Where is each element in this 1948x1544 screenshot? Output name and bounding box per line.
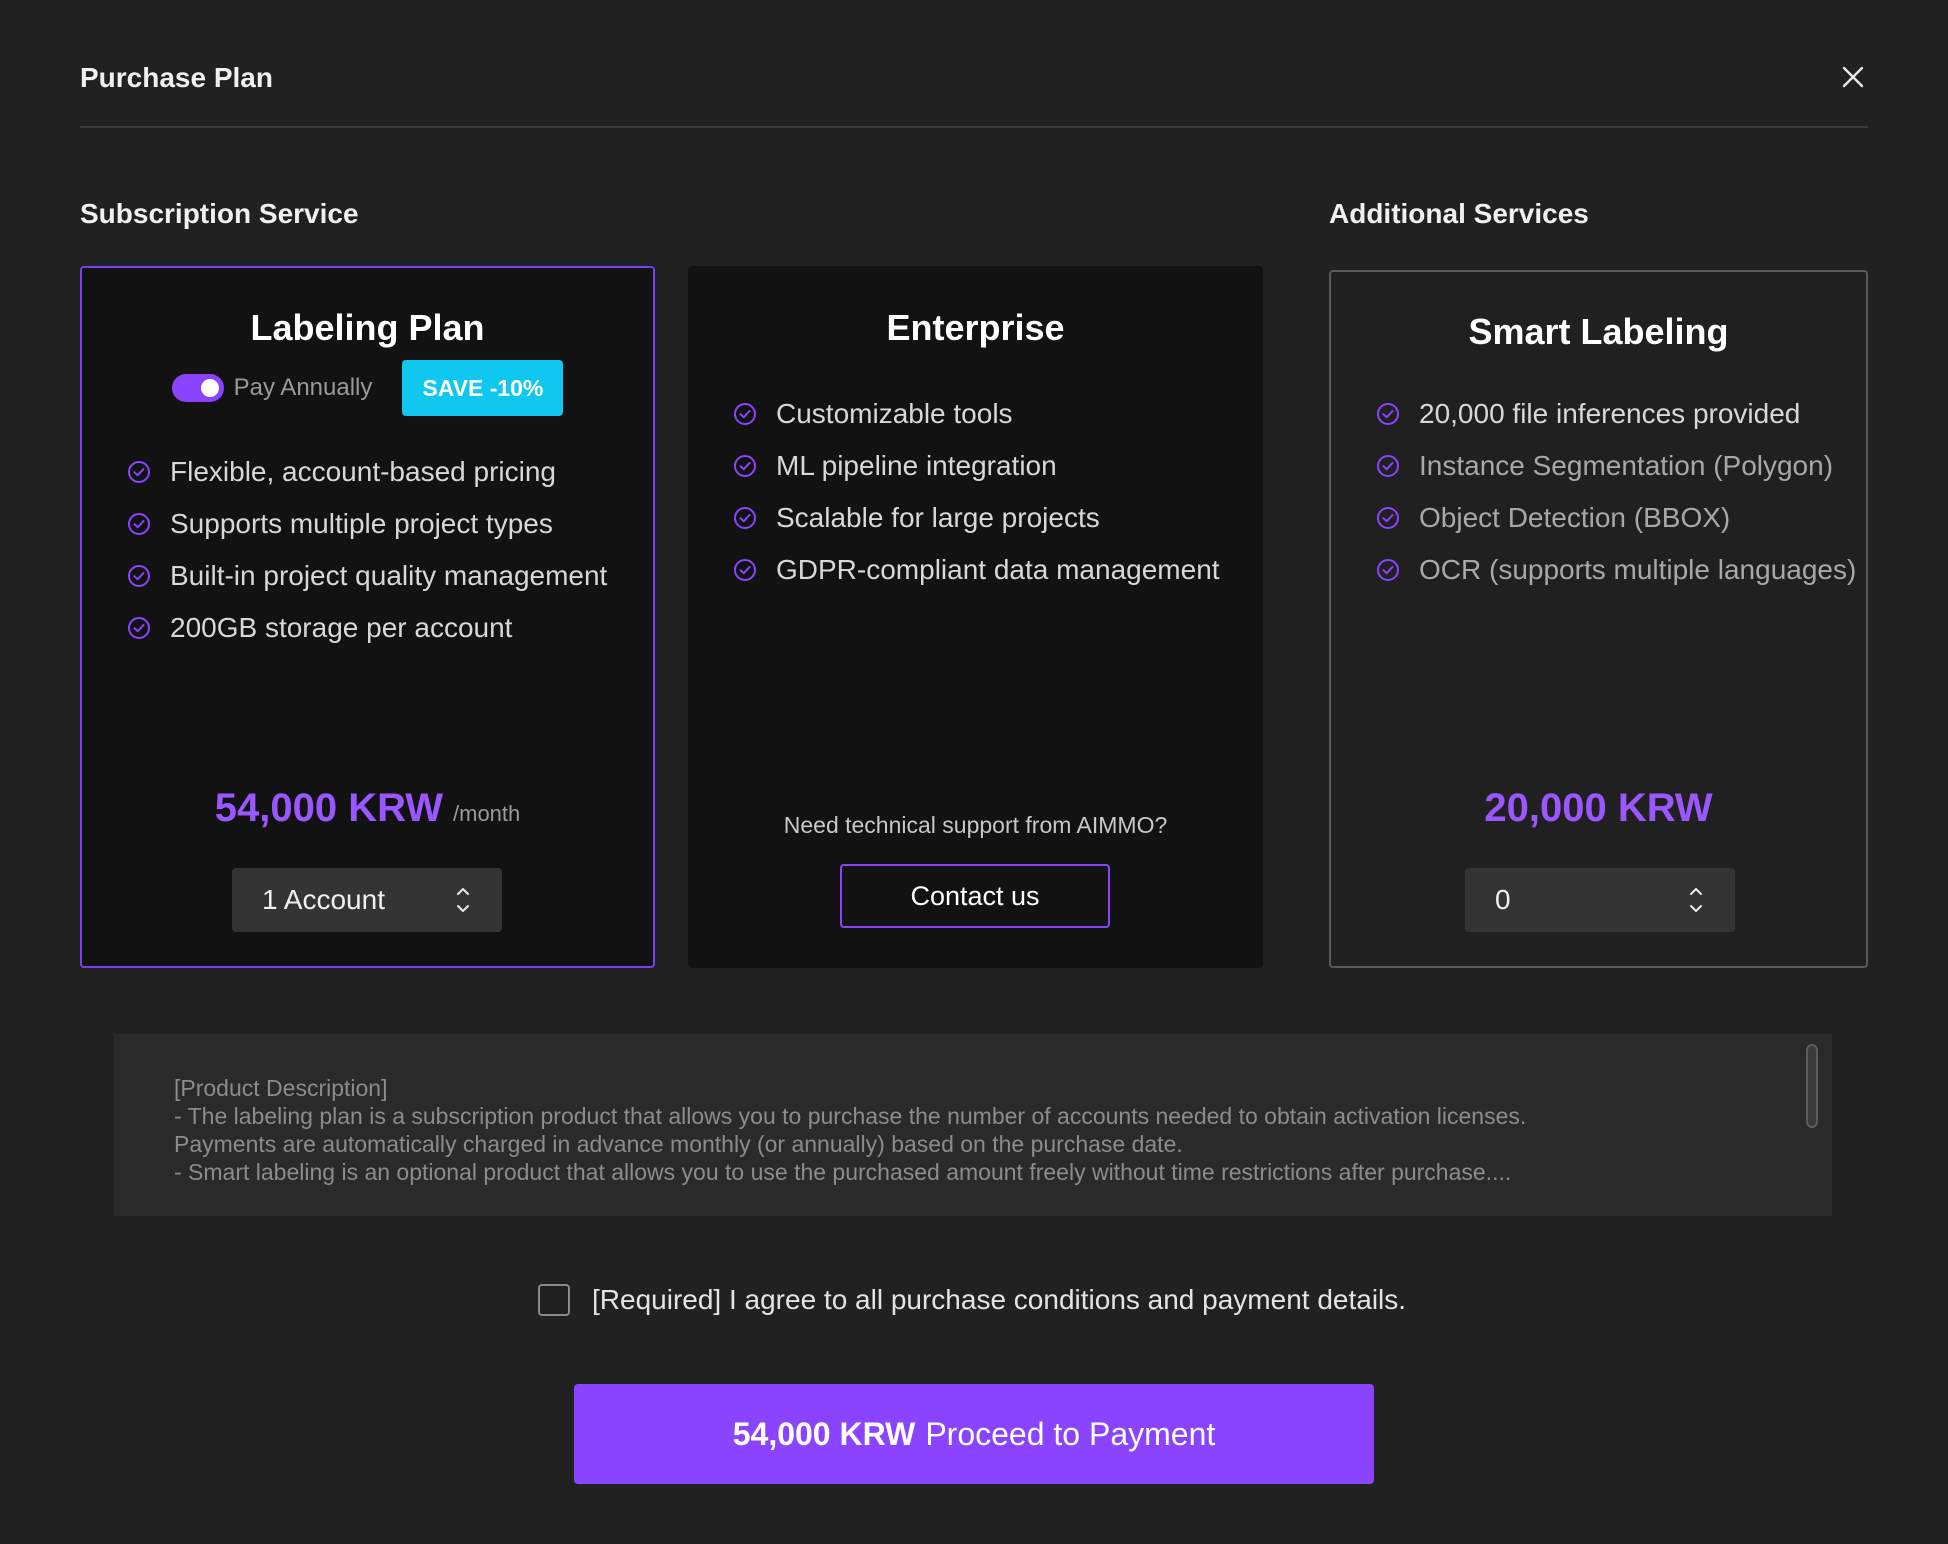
enterprise-title: Enterprise xyxy=(886,307,1065,348)
chevron-up-down-icon[interactable] xyxy=(454,883,472,917)
agreement-text: [Required] I agree to all purchase condi… xyxy=(592,1284,1407,1315)
description-line: - Smart labeling is an optional product … xyxy=(174,1159,1512,1185)
list-item: Instance Segmentation (Polygon) xyxy=(1375,440,1856,492)
check-circle-icon xyxy=(128,461,150,483)
check-circle-icon xyxy=(734,455,756,477)
billing-toggle-row: Pay Annually SAVE -10% xyxy=(82,360,653,416)
agreement-row: [Required] I agree to all purchase condi… xyxy=(538,1282,1406,1318)
check-circle-icon xyxy=(1377,455,1399,477)
check-circle-icon xyxy=(1377,559,1399,581)
smart-labeling-card[interactable]: Smart Labeling 20,000 file inferences pr… xyxy=(1329,270,1868,968)
smart-labeling-price: 20,000 KRW xyxy=(1484,786,1713,830)
account-quantity-stepper[interactable]: 1 Account xyxy=(232,868,502,932)
check-circle-icon xyxy=(734,559,756,581)
description-scrollbar[interactable] xyxy=(1806,1044,1818,1128)
subscription-section-title: Subscription Service xyxy=(80,198,359,229)
list-item: 20,000 file inferences provided xyxy=(1375,388,1856,440)
feature-text: Built-in project quality management xyxy=(170,560,608,591)
check-circle-icon xyxy=(1377,507,1399,529)
chevron-up-down-icon[interactable] xyxy=(1687,883,1705,917)
feature-text: OCR (supports multiple languages) xyxy=(1419,554,1857,585)
labeling-plan-card[interactable]: Labeling Plan Pay Annually SAVE -10% Fle… xyxy=(80,266,655,968)
feature-text: Supports multiple project types xyxy=(170,508,553,539)
feature-text: ML pipeline integration xyxy=(776,450,1057,481)
list-item: 200GB storage per account xyxy=(126,602,607,654)
proceed-to-payment-button[interactable]: 54,000 KRW Proceed to Payment xyxy=(574,1384,1374,1484)
check-circle-icon xyxy=(128,617,150,639)
description-line: [Product Description] xyxy=(174,1075,388,1101)
feature-text: Customizable tools xyxy=(776,398,1013,429)
list-item: ML pipeline integration xyxy=(732,440,1220,492)
labeling-price-row: 54,000 KRW /month xyxy=(82,786,653,831)
list-item: Object Detection (BBOX) xyxy=(1375,492,1856,544)
list-item: Built-in project quality management xyxy=(126,550,607,602)
feature-text: 20,000 file inferences provided xyxy=(1419,398,1801,429)
check-circle-icon xyxy=(128,513,150,535)
smart-labeling-feature-list: 20,000 file inferences provided Instance… xyxy=(1375,388,1856,596)
list-item: Supports multiple project types xyxy=(126,498,607,550)
check-circle-icon xyxy=(734,403,756,425)
enterprise-card[interactable]: Enterprise Customizable tools ML pipelin… xyxy=(688,266,1263,968)
pay-annually-label: Pay Annually xyxy=(233,374,373,401)
pay-annually-toggle[interactable] xyxy=(171,374,224,402)
close-button[interactable] xyxy=(1836,60,1870,94)
close-icon xyxy=(1842,66,1864,88)
feature-text: Object Detection (BBOX) xyxy=(1419,502,1731,533)
smart-labeling-title: Smart Labeling xyxy=(1468,311,1729,352)
list-item: Customizable tools xyxy=(732,388,1220,440)
payment-label: Proceed to Payment xyxy=(925,1415,1216,1452)
feature-text: GDPR-compliant data management xyxy=(776,554,1220,585)
check-circle-icon xyxy=(734,507,756,529)
smart-labeling-price-row: 20,000 KRW xyxy=(1331,786,1866,831)
toggle-knob xyxy=(200,379,219,397)
list-item: OCR (supports multiple languages) xyxy=(1375,544,1856,596)
header-divider xyxy=(80,126,1868,128)
check-circle-icon xyxy=(128,565,150,587)
labeling-price: 54,000 KRW xyxy=(214,786,443,830)
feature-text: Flexible, account-based pricing xyxy=(170,456,556,487)
labeling-feature-list: Flexible, account-based pricing Supports… xyxy=(126,446,607,654)
price-unit: /month xyxy=(453,801,521,826)
save-badge: SAVE -10% xyxy=(402,360,564,416)
list-item: GDPR-compliant data management xyxy=(732,544,1220,596)
description-line: - The labeling plan is a subscription pr… xyxy=(174,1103,1527,1129)
description-line: Payments are automatically charged in ad… xyxy=(174,1131,1183,1157)
product-description-box[interactable]: [Product Description] - The labeling pla… xyxy=(114,1034,1832,1216)
modal-title: Purchase Plan xyxy=(80,62,273,93)
purchase-plan-modal: Purchase Plan Subscription Service Addit… xyxy=(0,0,1948,1544)
additional-section-title: Additional Services xyxy=(1329,198,1589,229)
smart-labeling-quantity-stepper[interactable]: 0 xyxy=(1465,868,1735,932)
payment-amount: 54,000 KRW xyxy=(732,1415,916,1452)
support-text: Need technical support from AIMMO? xyxy=(783,812,1168,838)
list-item: Scalable for large projects xyxy=(732,492,1220,544)
list-item: Flexible, account-based pricing xyxy=(126,446,607,498)
account-quantity-value: 1 Account xyxy=(262,884,385,915)
feature-text: Scalable for large projects xyxy=(776,502,1100,533)
feature-text: 200GB storage per account xyxy=(170,612,513,643)
feature-text: Instance Segmentation (Polygon) xyxy=(1419,450,1834,481)
labeling-plan-title: Labeling Plan xyxy=(250,307,485,348)
agreement-checkbox[interactable] xyxy=(538,1284,570,1316)
smart-labeling-quantity-value: 0 xyxy=(1495,884,1511,915)
check-circle-icon xyxy=(1377,403,1399,425)
contact-us-button[interactable]: Contact us xyxy=(840,864,1110,928)
enterprise-feature-list: Customizable tools ML pipeline integrati… xyxy=(732,388,1220,596)
